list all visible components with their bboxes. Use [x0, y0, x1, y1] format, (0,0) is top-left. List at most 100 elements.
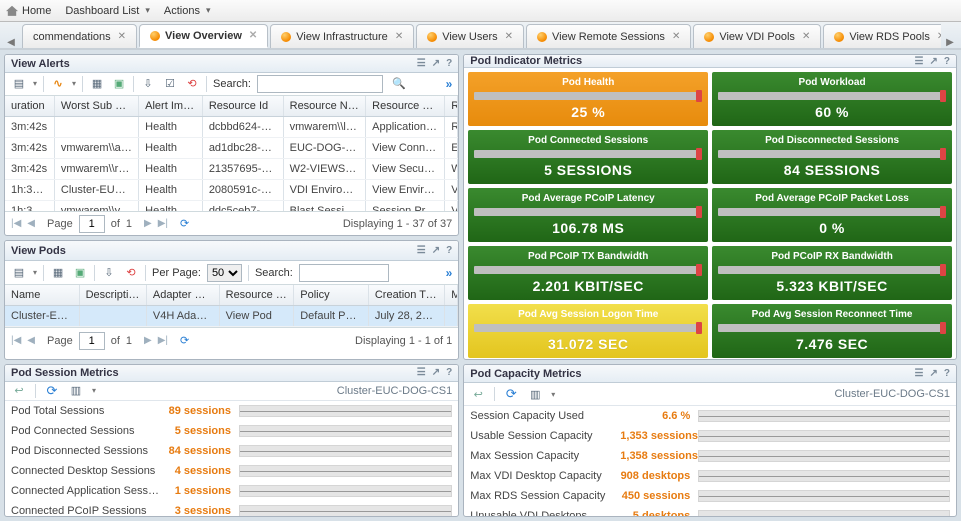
tool-collapse-icon[interactable]: ☰: [417, 58, 426, 69]
view-toggle-icon[interactable]: ▥: [68, 383, 84, 399]
close-icon[interactable]: ✕: [505, 31, 513, 42]
tool-detach-icon[interactable]: ↗: [929, 368, 937, 379]
column-header[interactable]: Resource Identifier: [445, 96, 458, 116]
tool-help-icon[interactable]: ?: [446, 245, 452, 256]
tool-detach-icon[interactable]: ↗: [432, 58, 440, 69]
filter-icon[interactable]: [11, 265, 27, 281]
close-icon[interactable]: ✕: [937, 31, 941, 42]
tab-view-vdi-pools[interactable]: View VDI Pools✕: [693, 24, 821, 48]
column-header[interactable]: Worst Sub Contain: [55, 96, 139, 116]
indicator-tile[interactable]: Pod Avg Session Logon Time31.072 SEC: [468, 304, 708, 358]
tab-view-infrastructure[interactable]: View Infrastructure✕: [270, 24, 414, 48]
search-icon[interactable]: [391, 76, 407, 92]
column-header[interactable]: uration: [5, 96, 55, 116]
refresh-icon[interactable]: [503, 386, 519, 402]
column-header[interactable]: Resource Kind: [220, 285, 295, 305]
indicator-tile[interactable]: Pod Disconnected Sessions84 SESSIONS: [712, 130, 952, 184]
indicator-tile[interactable]: Pod Avg Session Reconnect Time7.476 SEC: [712, 304, 952, 358]
close-icon[interactable]: ✕: [672, 31, 680, 42]
export-icon[interactable]: [140, 76, 156, 92]
tool-collapse-icon[interactable]: ☰: [915, 56, 924, 67]
column-header[interactable]: Alert Impact: [139, 96, 203, 116]
table-row[interactable]: 1h:31m:42sCluster-EUC-D...Health2080591c…: [5, 180, 458, 201]
column-header[interactable]: Name: [5, 285, 80, 305]
view-toggle-icon[interactable]: ▥: [527, 386, 543, 402]
column-header[interactable]: Adapter Kind: [147, 285, 220, 305]
alerts-search-input[interactable]: [257, 75, 383, 93]
indicator-tile[interactable]: Pod PCoIP TX Bandwidth2.201 KBIT/SEC: [468, 246, 708, 300]
column-header[interactable]: Policy: [294, 285, 369, 305]
per-page-select[interactable]: 50: [207, 264, 242, 282]
refresh-icon[interactable]: [44, 383, 60, 399]
close-icon[interactable]: ✕: [395, 31, 403, 42]
tool-detach-icon[interactable]: ↗: [432, 245, 440, 256]
tab-view-rds-pools[interactable]: View RDS Pools✕: [823, 24, 941, 48]
checklist-icon[interactable]: ☑: [162, 76, 178, 92]
pager-last[interactable]: ▶|: [158, 335, 168, 346]
export-icon[interactable]: [101, 265, 117, 281]
close-icon[interactable]: ✕: [118, 31, 126, 42]
tool-detach-icon[interactable]: ↗: [929, 56, 937, 67]
menu-actions[interactable]: Actions: [164, 5, 211, 17]
tool-collapse-icon[interactable]: ☰: [915, 368, 924, 379]
tab-view-remote-sessions[interactable]: View Remote Sessions✕: [526, 24, 691, 48]
pager-page-input[interactable]: [79, 215, 105, 233]
tab-scroll-right[interactable]: ▶: [943, 37, 957, 48]
tab-scroll-left[interactable]: ◀: [4, 37, 18, 48]
indicator-tile[interactable]: Pod Average PCoIP Latency106.78 MS: [468, 188, 708, 242]
column-header[interactable]: Creation Time: [369, 285, 445, 305]
pager-next[interactable]: ▶: [144, 335, 152, 346]
filter-icon[interactable]: [11, 76, 27, 92]
tool-help-icon[interactable]: ?: [944, 56, 950, 67]
column-header[interactable]: Resource Kind: [366, 96, 445, 116]
refresh-icon[interactable]: ⟲: [123, 265, 139, 281]
column-header[interactable]: Maintenance Sc: [445, 285, 458, 305]
table-row[interactable]: 3m:42svmwarem\\rvan...Health21357695-0a4…: [5, 159, 458, 180]
collapse-tree-icon[interactable]: ▣: [111, 76, 127, 92]
columns-icon[interactable]: [89, 76, 105, 92]
pager-refresh-icon[interactable]: ⟳: [180, 217, 189, 230]
tool-collapse-icon[interactable]: ☰: [417, 367, 426, 378]
rss-icon[interactable]: [50, 76, 66, 92]
tab-view-overview[interactable]: View Overview✕: [139, 24, 268, 48]
close-icon[interactable]: ✕: [249, 30, 257, 41]
table-row[interactable]: 3m:42sHealthdcbbd624-0e5...vmwarem\\lawt…: [5, 117, 458, 138]
indicator-tile[interactable]: Pod PCoIP RX Bandwidth5.323 KBIT/SEC: [712, 246, 952, 300]
back-icon[interactable]: ↩: [11, 383, 27, 399]
indicator-tile[interactable]: Pod Average PCoIP Packet Loss0 %: [712, 188, 952, 242]
tool-help-icon[interactable]: ?: [446, 58, 452, 69]
close-icon[interactable]: ✕: [802, 31, 810, 42]
pager-prev[interactable]: ◀: [27, 335, 35, 346]
column-header[interactable]: Description: [80, 285, 147, 305]
pager-last[interactable]: ▶|: [158, 218, 168, 229]
pager-prev[interactable]: ◀: [27, 218, 35, 229]
table-row[interactable]: Cluster-EUC-D...V4H AdapterView PodDefau…: [5, 306, 458, 327]
pager-refresh-icon[interactable]: ⟳: [180, 334, 189, 347]
tool-detach-icon[interactable]: ↗: [432, 367, 440, 378]
pager-page-input[interactable]: [79, 332, 105, 350]
table-row[interactable]: 3m:42svmwarem\\aaro...Healthad1dbc28-8d7…: [5, 138, 458, 159]
indicator-tile[interactable]: Pod Health25 %: [468, 72, 708, 126]
pager-next[interactable]: ▶: [144, 218, 152, 229]
indicator-tile[interactable]: Pod Connected Sessions5 SESSIONS: [468, 130, 708, 184]
refresh-icon[interactable]: ⟲: [184, 76, 200, 92]
pager-first[interactable]: |◀: [11, 218, 21, 229]
tab-commendations[interactable]: commendations✕: [22, 24, 137, 48]
collapse-tree-icon[interactable]: ▣: [72, 265, 88, 281]
tool-collapse-icon[interactable]: ☰: [417, 245, 426, 256]
table-row[interactable]: 1h:36m:42svmwarem\\yuki...Healthddc5ceb7…: [5, 201, 458, 212]
columns-icon[interactable]: ▦: [50, 265, 66, 281]
tab-view-users[interactable]: View Users✕: [416, 24, 524, 48]
menu-home[interactable]: Home: [6, 5, 51, 17]
pager-first[interactable]: |◀: [11, 335, 21, 346]
tool-help-icon[interactable]: ?: [944, 368, 950, 379]
column-header[interactable]: Resource Name: [284, 96, 367, 116]
indicator-tile[interactable]: Pod Workload60 %: [712, 72, 952, 126]
tool-help-icon[interactable]: ?: [446, 367, 452, 378]
alerts-more[interactable]: »: [446, 77, 453, 91]
pods-more[interactable]: »: [446, 266, 453, 280]
back-icon[interactable]: ↩: [470, 386, 486, 402]
column-header[interactable]: Resource Id: [203, 96, 284, 116]
menu-dashboard-list[interactable]: Dashboard List: [65, 5, 150, 17]
pods-search-input[interactable]: [299, 264, 389, 282]
